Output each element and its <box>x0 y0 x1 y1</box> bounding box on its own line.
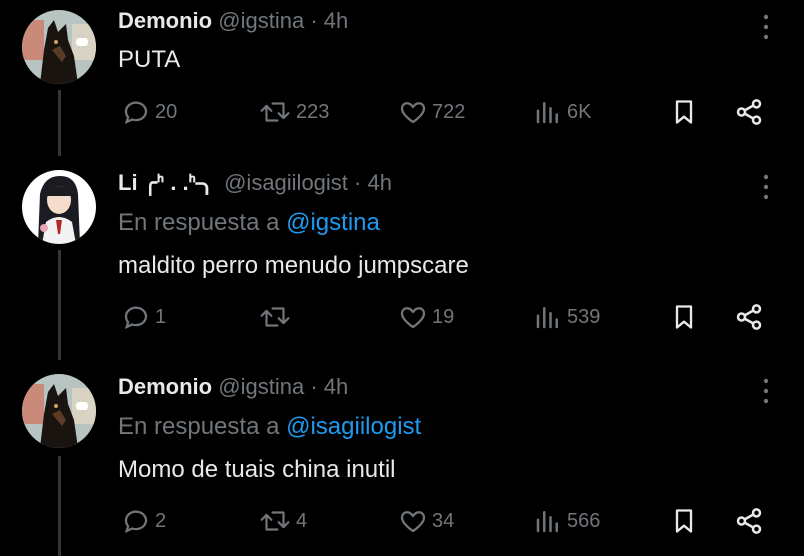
reply-count: 2 <box>155 509 167 532</box>
like-button[interactable]: 19 <box>398 297 454 337</box>
views-icon <box>536 102 558 124</box>
bookmark-icon <box>675 100 693 124</box>
timestamp[interactable]: 4h <box>368 170 392 195</box>
reply-context: En respuesta a @isagiilogist <box>118 413 421 441</box>
separator: · <box>310 8 318 33</box>
reply-button[interactable]: 1 <box>121 297 166 337</box>
avatar[interactable] <box>22 374 96 448</box>
more-icon <box>763 174 769 200</box>
action-bar: 1 19 539 <box>0 297 804 337</box>
reply-button[interactable]: 2 <box>121 501 166 541</box>
avatar[interactable] <box>22 10 96 84</box>
user-handle[interactable]: @isagiilogist <box>224 170 348 195</box>
tweet-header: Li ╭ᑋ . .ᑋ╮ @isagiilogist · 4h <box>118 170 392 196</box>
tweet-header: Demonio @igstina · 4h <box>118 374 348 400</box>
views-button[interactable]: 6K <box>533 92 591 132</box>
repost-button[interactable] <box>258 297 296 337</box>
reply-icon <box>124 510 148 534</box>
more-options-button[interactable] <box>758 376 774 406</box>
bookmark-button[interactable] <box>670 92 698 132</box>
user-handle[interactable]: @igstina <box>218 8 304 33</box>
reply-prefix: En respuesta a <box>118 209 287 236</box>
views-button[interactable]: 539 <box>533 297 600 337</box>
share-button[interactable] <box>734 92 764 132</box>
like-icon <box>400 511 426 533</box>
repost-icon <box>260 307 290 327</box>
more-options-button[interactable] <box>758 12 774 42</box>
like-icon <box>400 307 426 329</box>
display-name[interactable]: Demonio <box>118 374 212 399</box>
reply-handle-link[interactable]: @isagiilogist <box>286 413 421 440</box>
like-button[interactable]: 34 <box>398 501 454 541</box>
bookmark-icon <box>675 305 693 329</box>
repost-button[interactable]: 4 <box>258 501 307 541</box>
bookmark-button[interactable] <box>670 297 698 337</box>
share-button[interactable] <box>734 501 764 541</box>
reply-handle-link[interactable]: @igstina <box>286 209 380 236</box>
more-options-button[interactable] <box>758 172 774 202</box>
share-button[interactable] <box>734 297 764 337</box>
timestamp[interactable]: 4h <box>324 8 348 33</box>
tweet[interactable]: Demonio @igstina · 4h En respuesta a @is… <box>0 364 804 556</box>
repost-count: 223 <box>296 100 330 123</box>
views-count: 566 <box>567 509 601 532</box>
anime-girl-avatar-icon <box>22 170 96 244</box>
dog-avatar-icon <box>22 374 96 448</box>
views-count: 539 <box>567 305 601 328</box>
repost-count: 4 <box>296 509 308 532</box>
repost-icon <box>260 511 290 531</box>
views-button[interactable]: 566 <box>533 501 600 541</box>
tweet-text: Momo de tuais china inutil <box>118 456 396 483</box>
more-icon <box>763 378 769 404</box>
share-icon <box>736 99 762 125</box>
reply-icon <box>124 101 148 125</box>
bookmark-button[interactable] <box>670 501 698 541</box>
reply-prefix: En respuesta a <box>118 413 287 440</box>
like-icon <box>400 102 426 124</box>
like-count: 34 <box>432 509 455 532</box>
user-handle[interactable]: @igstina <box>218 374 304 399</box>
action-bar: 2 4 34 566 <box>0 501 804 541</box>
repost-button[interactable]: 223 <box>258 92 329 132</box>
share-icon <box>736 508 762 534</box>
reply-context: En respuesta a @igstina <box>118 209 380 237</box>
reply-icon <box>124 306 148 330</box>
display-name[interactable]: Li ╭ᑋ . .ᑋ╮ <box>118 170 218 195</box>
action-bar: 20 223 722 6K <box>0 92 804 132</box>
reply-count: 20 <box>155 100 178 123</box>
views-icon <box>536 511 558 533</box>
separator: · <box>310 374 318 399</box>
like-button[interactable]: 722 <box>398 92 465 132</box>
tweet[interactable]: Demonio @igstina · 4h PUTA 20 223 722 6K <box>0 0 804 160</box>
repost-icon <box>260 102 290 122</box>
like-count: 722 <box>432 100 466 123</box>
like-count: 19 <box>432 305 455 328</box>
reply-count: 1 <box>155 305 167 328</box>
avatar[interactable] <box>22 170 96 244</box>
tweet-text: maldito perro menudo jumpscare <box>118 252 469 279</box>
separator: · <box>354 170 362 195</box>
more-icon <box>763 14 769 40</box>
share-icon <box>736 304 762 330</box>
views-count: 6K <box>567 100 592 123</box>
tweet-header: Demonio @igstina · 4h <box>118 8 348 34</box>
dog-avatar-icon <box>22 10 96 84</box>
tweet[interactable]: Li ╭ᑋ . .ᑋ╮ @isagiilogist · 4h En respue… <box>0 160 804 360</box>
tweet-text: PUTA <box>118 46 181 73</box>
display-name[interactable]: Demonio <box>118 8 212 33</box>
reply-button[interactable]: 20 <box>121 92 177 132</box>
timestamp[interactable]: 4h <box>324 374 348 399</box>
views-icon <box>536 307 558 329</box>
bookmark-icon <box>675 509 693 533</box>
